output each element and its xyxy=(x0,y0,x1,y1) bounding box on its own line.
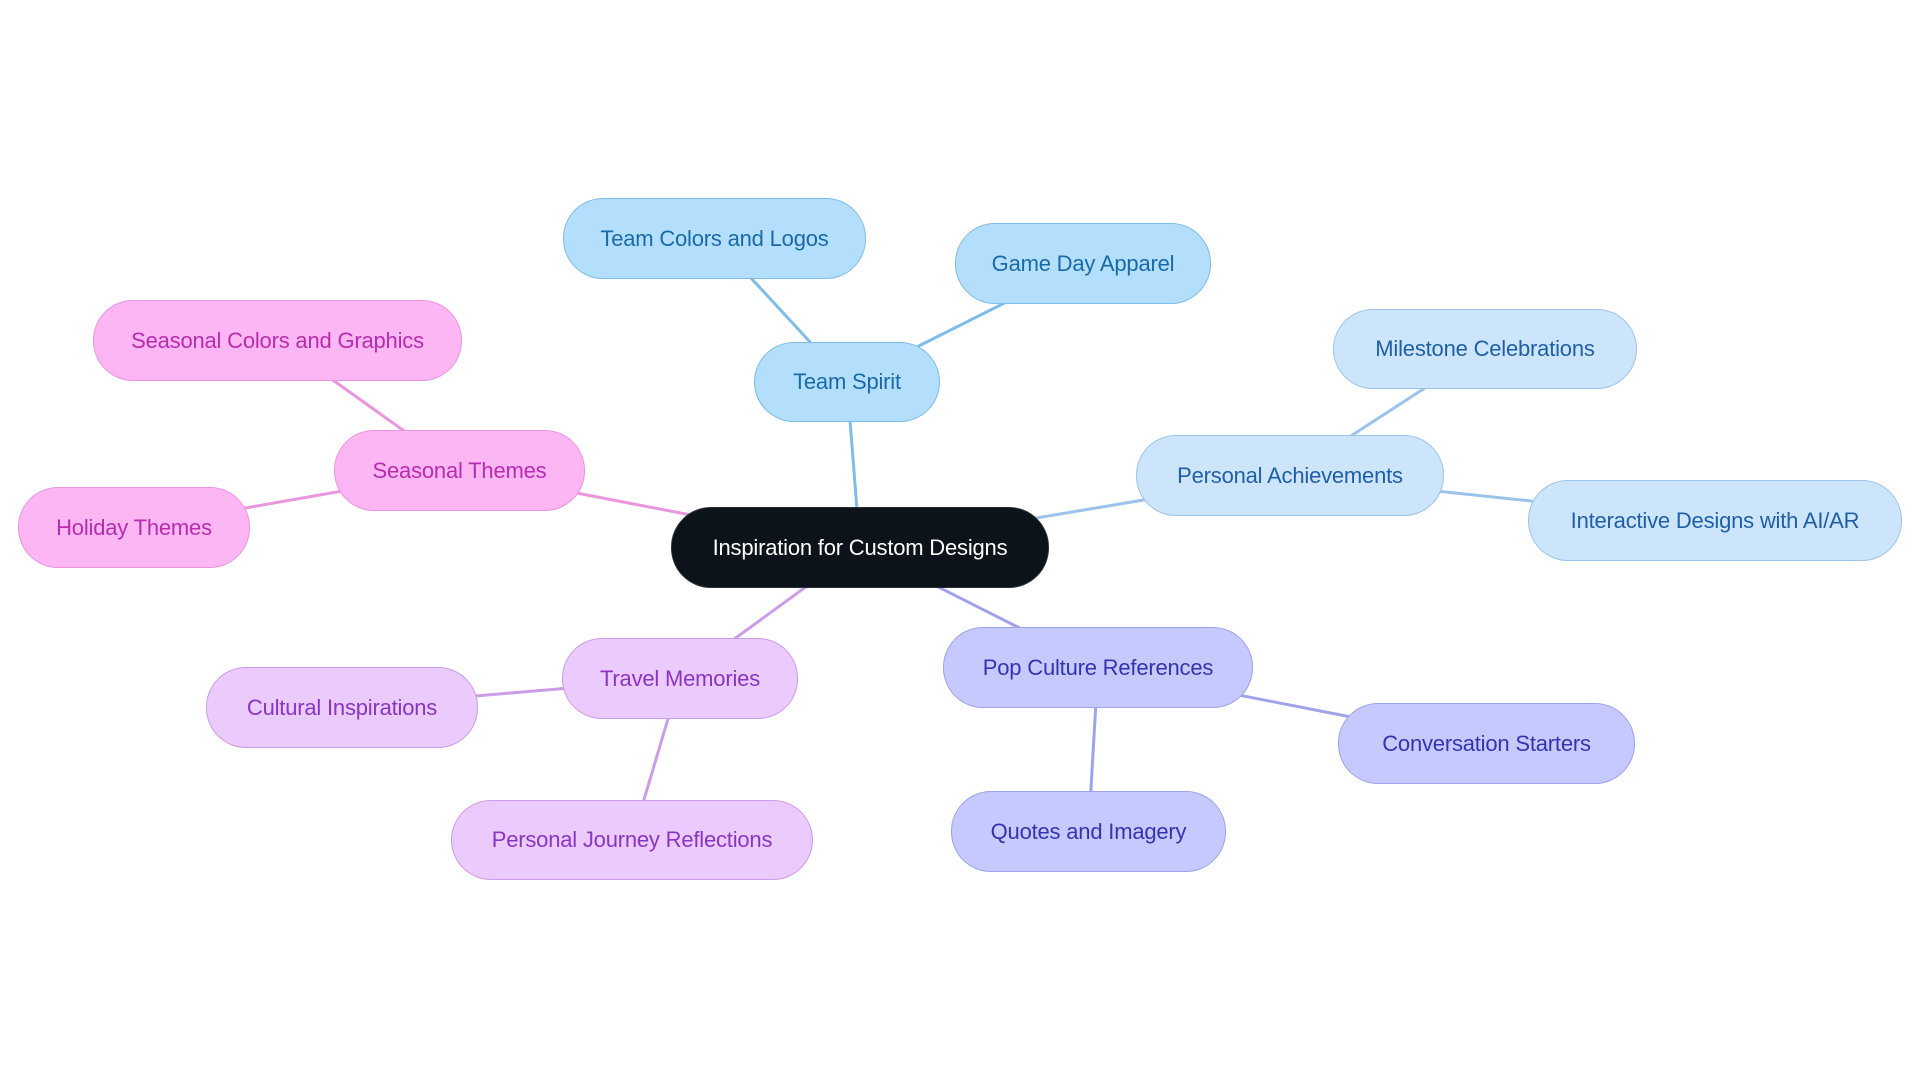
node-quotes-and-imagery[interactable]: Quotes and Imagery xyxy=(951,791,1226,872)
node-travel-memories[interactable]: Travel Memories xyxy=(562,638,798,719)
root-node[interactable]: Inspiration for Custom Designs xyxy=(671,507,1049,588)
node-milestone-celebrations[interactable]: Milestone Celebrations xyxy=(1333,309,1637,389)
node-holiday-themes[interactable]: Holiday Themes xyxy=(18,487,250,568)
node-game-day-apparel[interactable]: Game Day Apparel xyxy=(955,223,1211,304)
node-pop-culture-references[interactable]: Pop Culture References xyxy=(943,627,1253,708)
node-conversation-starters[interactable]: Conversation Starters xyxy=(1338,703,1635,784)
node-seasonal-themes[interactable]: Seasonal Themes xyxy=(334,430,585,511)
node-seasonal-colors-and-graphics[interactable]: Seasonal Colors and Graphics xyxy=(93,300,462,381)
node-personal-achievements[interactable]: Personal Achievements xyxy=(1136,435,1444,516)
node-interactive-designs[interactable]: Interactive Designs with AI/AR xyxy=(1528,480,1902,561)
node-personal-journey-reflections[interactable]: Personal Journey Reflections xyxy=(451,800,813,880)
node-team-spirit[interactable]: Team Spirit xyxy=(754,342,940,422)
node-team-colors-and-logos[interactable]: Team Colors and Logos xyxy=(563,198,866,279)
node-cultural-inspirations[interactable]: Cultural Inspirations xyxy=(206,667,478,748)
